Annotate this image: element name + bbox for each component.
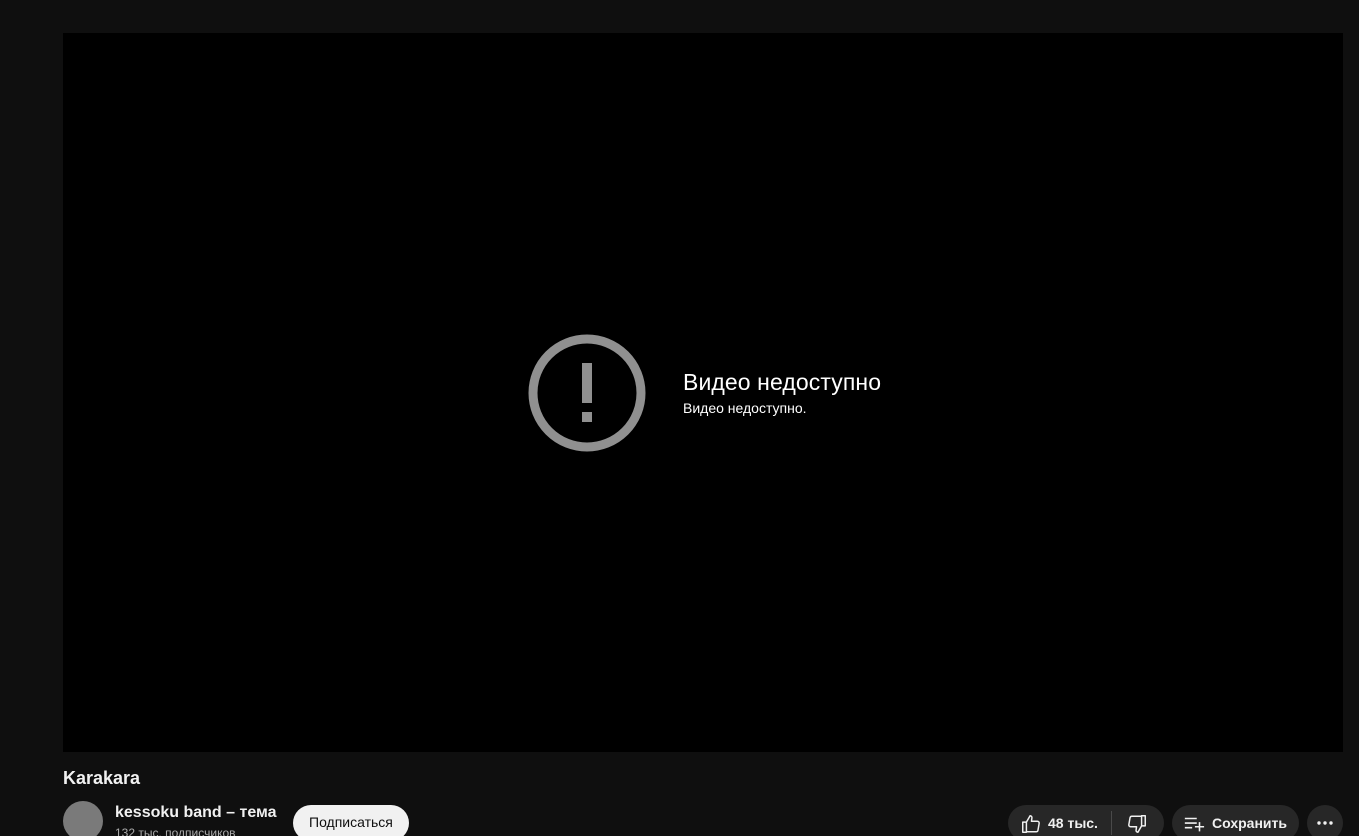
save-label: Сохранить (1212, 815, 1287, 831)
alert-circle-icon (528, 334, 646, 452)
like-count: 48 тыс. (1048, 815, 1098, 831)
playlist-add-icon (1184, 817, 1205, 832)
more-horizontal-icon (1317, 821, 1333, 825)
save-button[interactable]: Сохранить (1172, 805, 1299, 836)
thumbs-up-icon (1022, 815, 1040, 833)
subscribe-button[interactable]: Подписаться (293, 805, 409, 836)
error-subtitle: Видео недоступно. (683, 400, 807, 416)
video-player[interactable]: Видео недоступно Видео недоступно. (63, 33, 1343, 752)
dislike-button[interactable] (1112, 805, 1164, 836)
like-dislike-group: 48 тыс. (1008, 805, 1164, 836)
thumbs-down-icon (1128, 815, 1146, 833)
video-title: Karakara (63, 768, 141, 788)
like-button[interactable]: 48 тыс. (1008, 805, 1112, 836)
channel-avatar[interactable] (63, 801, 103, 836)
more-actions-button[interactable] (1307, 805, 1343, 836)
error-title: Видео недоступно (683, 369, 882, 395)
channel-name[interactable]: kessoku band – тема (115, 804, 277, 822)
subscriber-count: 132 тыс. подписчиков (115, 826, 236, 836)
watch-page: Видео недоступно Видео недоступно. Karak… (0, 0, 1359, 836)
